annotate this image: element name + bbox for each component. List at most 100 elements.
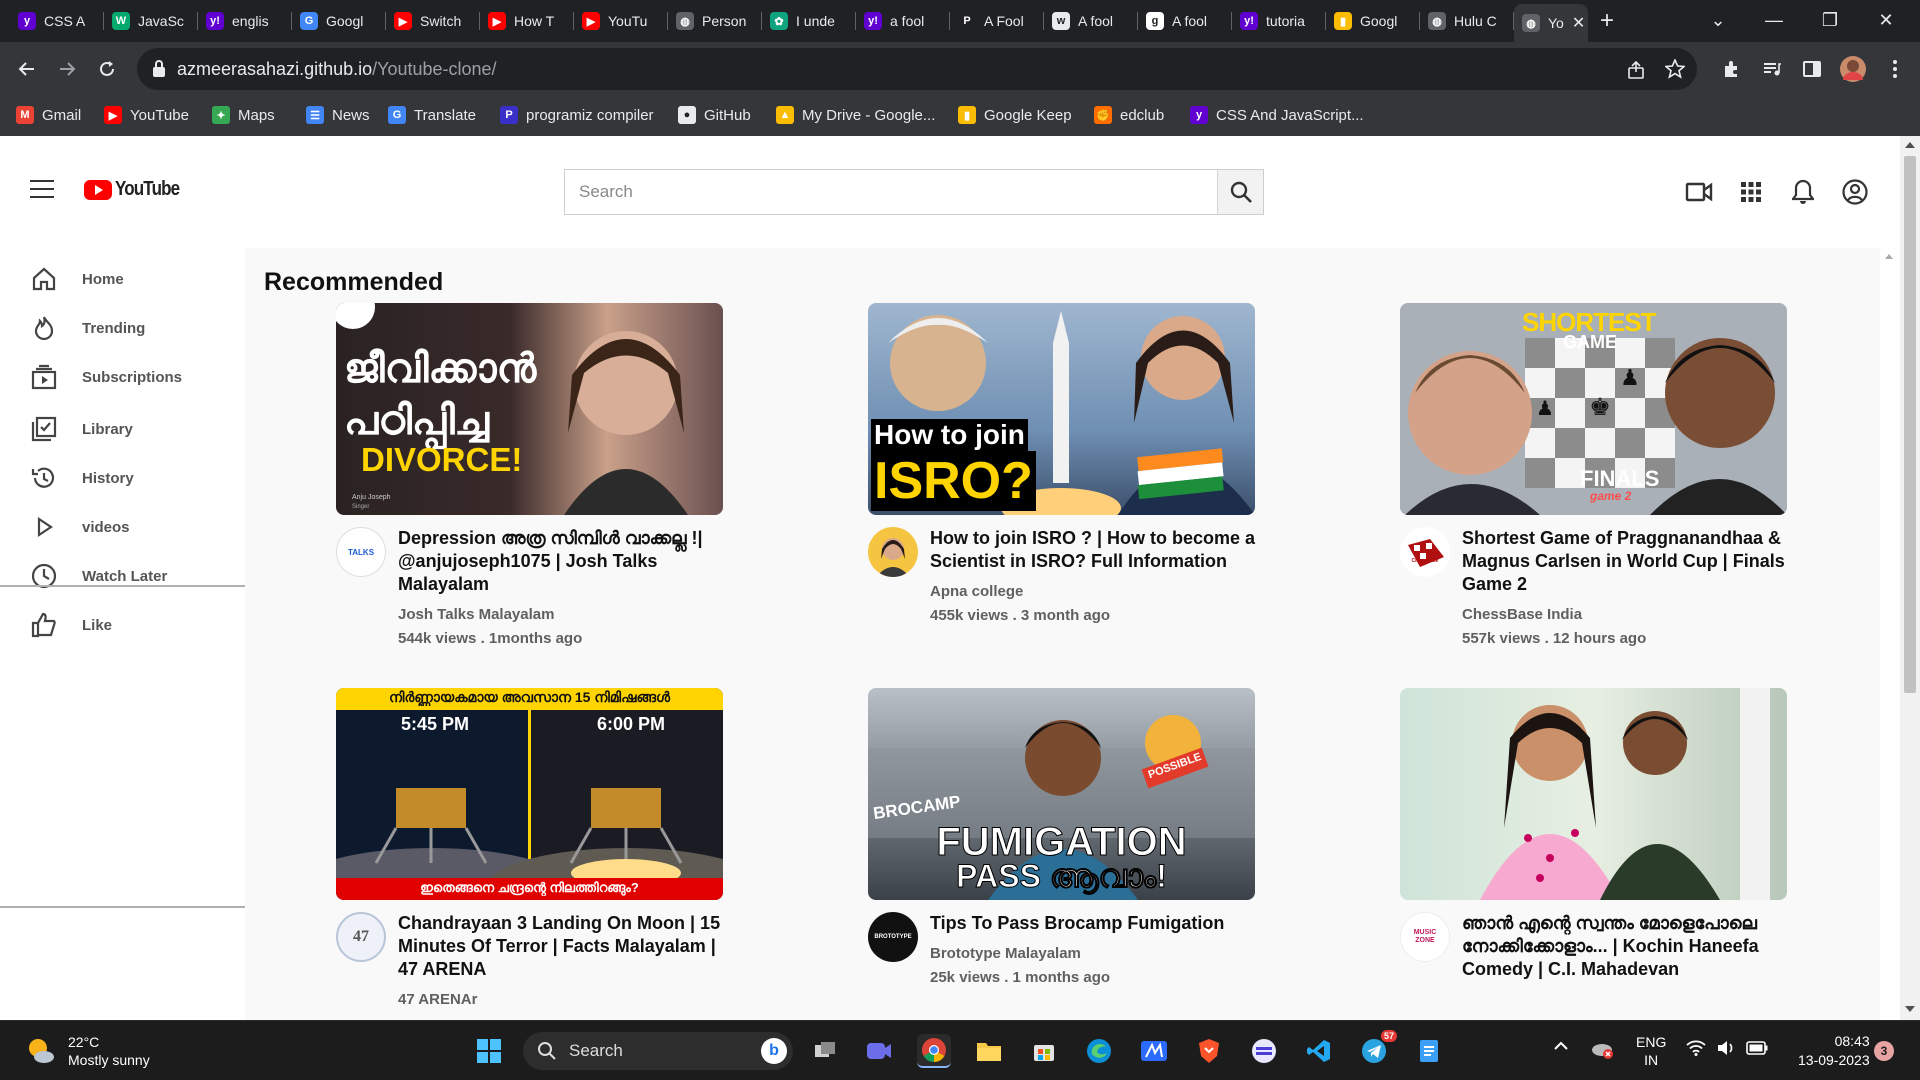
notepad-icon[interactable] bbox=[1412, 1034, 1446, 1068]
browser-tab[interactable]: y! a fool bbox=[856, 8, 950, 34]
taskbar-search[interactable]: Search b bbox=[523, 1032, 793, 1070]
channel-avatar[interactable] bbox=[868, 527, 918, 577]
scrollbar-thumb[interactable] bbox=[1904, 156, 1916, 693]
channel-name[interactable]: ChessBase India bbox=[1462, 606, 1790, 623]
browser-tab[interactable]: ◍ Hulu C bbox=[1420, 8, 1514, 34]
tab-active[interactable]: ◍ Yo ✕ bbox=[1514, 4, 1588, 42]
bookmark-item[interactable]: ● GitHub bbox=[678, 106, 751, 124]
bookmark-item[interactable]: ▶ YouTube bbox=[104, 106, 189, 124]
restore-button[interactable]: ❐ bbox=[1802, 0, 1858, 40]
sidebar-item-home[interactable]: Home bbox=[30, 263, 124, 295]
bookmark-item[interactable]: ✊ edclub bbox=[1094, 106, 1164, 124]
profile-avatar[interactable] bbox=[1838, 54, 1868, 84]
bookmark-item[interactable]: ☰ News bbox=[306, 106, 370, 124]
media-player-icon[interactable] bbox=[1247, 1034, 1281, 1068]
sidebar-item-subscriptions[interactable]: Subscriptions bbox=[30, 361, 182, 393]
sidebar-item-library[interactable]: Library bbox=[30, 413, 133, 445]
video-card[interactable]: നിർണ്ണായകമായ അവസാന 15 നിമിഷങ്ങൾ 5:45 PM … bbox=[336, 688, 726, 1015]
wifi-icon[interactable] bbox=[1686, 1040, 1706, 1059]
video-card[interactable]: ജീവിക്കാൻ പഠിപ്പിച്ച DIVORCE! Anju Josep… bbox=[336, 303, 726, 647]
bookmark-star-icon[interactable] bbox=[1665, 59, 1685, 79]
apps-grid-icon[interactable] bbox=[1735, 176, 1767, 208]
channel-avatar[interactable]: 47 bbox=[336, 912, 386, 962]
video-title[interactable]: Tips To Pass Brocamp Fumigation bbox=[930, 912, 1258, 935]
video-call-app-icon[interactable] bbox=[862, 1034, 896, 1068]
bookmark-item[interactable]: ▮ Google Keep bbox=[958, 106, 1072, 124]
extensions-icon[interactable] bbox=[1717, 54, 1747, 84]
new-tab-button[interactable]: + bbox=[1592, 8, 1632, 34]
channel-name[interactable]: 47 ARENAr bbox=[398, 991, 726, 1008]
create-video-icon[interactable] bbox=[1683, 176, 1715, 208]
video-thumbnail[interactable]: ജീവിക്കാൻ പഠിപ്പിച്ച DIVORCE! Anju Josep… bbox=[336, 303, 723, 515]
bookmark-item[interactable]: Pprogramiz compiler bbox=[500, 106, 654, 124]
show-hidden-icons-chevron[interactable] bbox=[1553, 1039, 1569, 1055]
scroll-up-arrow[interactable] bbox=[1905, 142, 1915, 148]
clock[interactable]: 08:43 13-09-2023 bbox=[1798, 1032, 1870, 1070]
browser-tab[interactable]: W JavaSc bbox=[104, 8, 198, 34]
vscode-icon[interactable] bbox=[1302, 1034, 1336, 1068]
browser-tab[interactable]: g A fool bbox=[1138, 8, 1232, 34]
channel-avatar[interactable]: ChessBase bbox=[1400, 527, 1450, 577]
video-thumbnail[interactable]: BROCAMP FUMIGATION PASS ആവാം! POSSIBLE bbox=[868, 688, 1255, 900]
browser-tab[interactable]: w A fool bbox=[1044, 8, 1138, 34]
media-control-icon[interactable] bbox=[1757, 54, 1787, 84]
browser-tab[interactable]: ▮ Googl bbox=[1326, 8, 1420, 34]
task-view-icon[interactable] bbox=[808, 1034, 842, 1068]
forward-button[interactable] bbox=[52, 54, 82, 84]
edge-icon[interactable] bbox=[1082, 1034, 1116, 1068]
microsoft-store-icon[interactable] bbox=[1027, 1034, 1061, 1068]
notification-badge[interactable]: 3 bbox=[1874, 1041, 1894, 1061]
browser-tab[interactable]: G Googl bbox=[292, 8, 386, 34]
video-thumbnail[interactable]: How to join ISRO? bbox=[868, 303, 1255, 515]
sidebar-item-like[interactable]: Like bbox=[30, 609, 112, 641]
channel-avatar[interactable]: TALKS bbox=[336, 527, 386, 577]
bookmark-item[interactable]: y CSS And JavaScript... bbox=[1190, 106, 1364, 124]
channel-name[interactable]: Apna college bbox=[930, 583, 1258, 600]
volume-icon[interactable] bbox=[1716, 1040, 1736, 1059]
browser-tab[interactable]: ✿ I unde bbox=[762, 8, 856, 34]
editor-app-icon[interactable] bbox=[1137, 1034, 1171, 1068]
battery-icon[interactable] bbox=[1746, 1041, 1768, 1058]
tab-close-icon[interactable]: ✕ bbox=[1572, 13, 1585, 33]
search-input[interactable] bbox=[565, 170, 1217, 214]
sidebar-item-videos[interactable]: videos bbox=[30, 511, 130, 543]
video-title[interactable]: How to join ISRO ? | How to become a Sci… bbox=[930, 527, 1258, 573]
video-title[interactable]: Chandrayaan 3 Landing On Moon | 15 Minut… bbox=[398, 912, 726, 981]
inner-scroll-up-arrow[interactable] bbox=[1885, 254, 1893, 259]
browser-tab[interactable]: ◍ Person bbox=[668, 8, 762, 34]
language-indicator[interactable]: ENG IN bbox=[1636, 1033, 1666, 1069]
browser-tab[interactable]: ▶ How T bbox=[480, 8, 574, 34]
bookmark-item[interactable]: M Gmail bbox=[16, 106, 81, 124]
sidebar-item-trending[interactable]: Trending bbox=[30, 312, 145, 344]
video-thumbnail[interactable] bbox=[1400, 688, 1787, 900]
page-scrollbar[interactable] bbox=[1900, 136, 1920, 1020]
sidebar-item-watch-later[interactable]: Watch Later bbox=[30, 560, 167, 592]
browser-tab[interactable]: y! englis bbox=[198, 8, 292, 34]
minimize-button[interactable]: — bbox=[1746, 0, 1802, 40]
video-title[interactable]: Shortest Game of Praggnanandhaa & Magnus… bbox=[1462, 527, 1790, 596]
video-card[interactable]: BROCAMP FUMIGATION PASS ആവാം! POSSIBLE B… bbox=[868, 688, 1258, 986]
window-close-button[interactable]: ✕ bbox=[1858, 0, 1914, 40]
scroll-down-arrow[interactable] bbox=[1905, 1006, 1915, 1012]
side-panel-icon[interactable] bbox=[1797, 54, 1827, 84]
notifications-bell-icon[interactable] bbox=[1787, 176, 1819, 208]
share-icon[interactable] bbox=[1627, 60, 1647, 80]
brave-icon[interactable] bbox=[1192, 1034, 1226, 1068]
reload-button[interactable] bbox=[92, 54, 122, 84]
weather-widget[interactable]: 22°C Mostly sunny bbox=[26, 1033, 150, 1069]
browser-tab[interactable]: P A Fool bbox=[950, 8, 1044, 34]
onedrive-error-icon[interactable] bbox=[1590, 1039, 1614, 1062]
browser-tab[interactable]: y CSS A bbox=[10, 8, 104, 34]
channel-name[interactable]: Josh Talks Malayalam bbox=[398, 606, 726, 623]
telegram-icon[interactable]: 57 bbox=[1357, 1030, 1397, 1068]
browser-tab[interactable]: ▶ YouTu bbox=[574, 8, 668, 34]
channel-avatar[interactable]: MUSIC ZONE bbox=[1400, 912, 1450, 962]
bookmark-item[interactable]: G Translate bbox=[388, 106, 476, 124]
bookmark-item[interactable]: ✦ Maps bbox=[212, 106, 275, 124]
video-title[interactable]: ഞാൻ എന്റെ സ്വന്തം മോളെപോലെ നോക്കിക്കോളാം… bbox=[1462, 912, 1790, 981]
youtube-logo[interactable]: YouTube bbox=[84, 178, 191, 201]
tab-search-button[interactable]: ⌄ bbox=[1690, 0, 1746, 40]
address-bar[interactable]: azmeerasahazi.github.io/Youtube-clone/ bbox=[137, 48, 1697, 90]
video-card[interactable]: How to join ISRO? How to join ISRO ? | H… bbox=[868, 303, 1258, 624]
video-thumbnail[interactable]: നിർണ്ണായകമായ അവസാന 15 നിമിഷങ്ങൾ 5:45 PM … bbox=[336, 688, 723, 900]
